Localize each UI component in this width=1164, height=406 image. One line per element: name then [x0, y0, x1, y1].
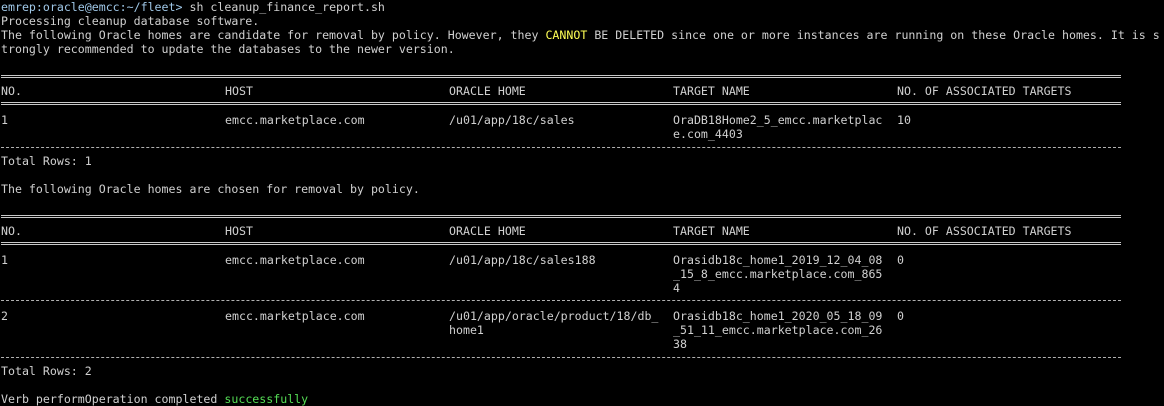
- row-host: emcc.marketplace.com: [225, 253, 365, 267]
- intro-line-3: trongly recommended to update the databa…: [1, 42, 455, 56]
- row-target-name-cont: _51_11_emcc.marketplace.com_26: [673, 323, 883, 337]
- row-target-name: Orasidb18c_home1_2019_12_04_08: [673, 253, 883, 267]
- header-no: NO.: [1, 224, 22, 238]
- row-host: emcc.marketplace.com: [225, 309, 365, 323]
- removal-chosen-text: The following Oracle homes are chosen fo…: [1, 182, 420, 196]
- header-host: HOST: [225, 224, 253, 238]
- terminal-window[interactable]: emrep:oracle@emcc:~/fleet> sh cleanup_fi…: [0, 0, 1164, 406]
- row-assoc-targets: 0: [897, 309, 904, 323]
- header-host: HOST: [225, 84, 253, 98]
- row-target-name-cont: 38: [673, 337, 687, 351]
- row-target-name: Orasidb18c_home1_2020_05_18_09: [673, 309, 883, 323]
- shell-prompt: emrep:oracle@emcc:~/fleet>: [1, 0, 183, 14]
- row-oracle-home-cont: home1: [449, 323, 484, 337]
- header-no: NO.: [1, 84, 22, 98]
- intro-line-2-pre: The following Oracle homes are candidate…: [1, 28, 546, 42]
- row-oracle-home: /u01/app/18c/sales: [449, 113, 575, 127]
- table1-total-rows: Total Rows: 1: [1, 154, 92, 168]
- table2-header-separator: [1, 242, 1121, 245]
- row-no: 2: [1, 309, 8, 323]
- row-oracle-home: /u01/app/18c/sales188: [449, 253, 596, 267]
- header-target-name: TARGET NAME: [673, 224, 750, 238]
- row-assoc-targets: 10: [897, 113, 911, 127]
- row-separator: [1, 300, 1121, 301]
- header-oracle-home: ORACLE HOME: [449, 224, 526, 238]
- row-target-name: OraDB18Home2_5_emcc.marketplac: [673, 113, 883, 127]
- row-host: emcc.marketplace.com: [225, 113, 365, 127]
- table1-header-separator: [1, 102, 1121, 105]
- table2-total-rows: Total Rows: 2: [1, 364, 92, 378]
- table2-bottom-separator: [1, 357, 1121, 358]
- header-oracle-home: ORACLE HOME: [449, 84, 526, 98]
- row-target-name-cont: e.com_4403: [673, 127, 743, 141]
- command-text: sh cleanup_finance_report.sh: [182, 0, 385, 14]
- row-assoc-targets: 0: [897, 253, 904, 267]
- header-assoc-targets: NO. OF ASSOCIATED TARGETS: [897, 84, 1072, 98]
- table2-top-separator: [1, 215, 1121, 218]
- intro-line-1: Processing cleanup database software.: [1, 14, 260, 28]
- row-no: 1: [1, 253, 8, 267]
- intro-line-2-post: BE DELETED since one or more instances a…: [587, 28, 1160, 42]
- table1-top-separator: [1, 75, 1121, 78]
- row-target-name-cont: _15_8_emcc.marketplace.com_865: [673, 267, 883, 281]
- row-oracle-home: /u01/app/oracle/product/18/db_: [449, 309, 659, 323]
- cannot-highlight: CANNOT: [545, 28, 588, 42]
- success-status: successfully: [224, 392, 309, 406]
- completion-text: Verb performOperation completed: [1, 392, 225, 406]
- command-line: emrep:oracle@emcc:~/fleet> sh cleanup_fi…: [1, 0, 385, 14]
- header-target-name: TARGET NAME: [673, 84, 750, 98]
- header-assoc-targets: NO. OF ASSOCIATED TARGETS: [897, 224, 1072, 238]
- completion-line: Verb performOperation completed successf…: [1, 392, 308, 406]
- row-no: 1: [1, 113, 8, 127]
- intro-line-2: The following Oracle homes are candidate…: [1, 28, 1160, 42]
- table1-bottom-separator: [1, 147, 1121, 148]
- row-target-name-cont: 4: [673, 281, 680, 295]
